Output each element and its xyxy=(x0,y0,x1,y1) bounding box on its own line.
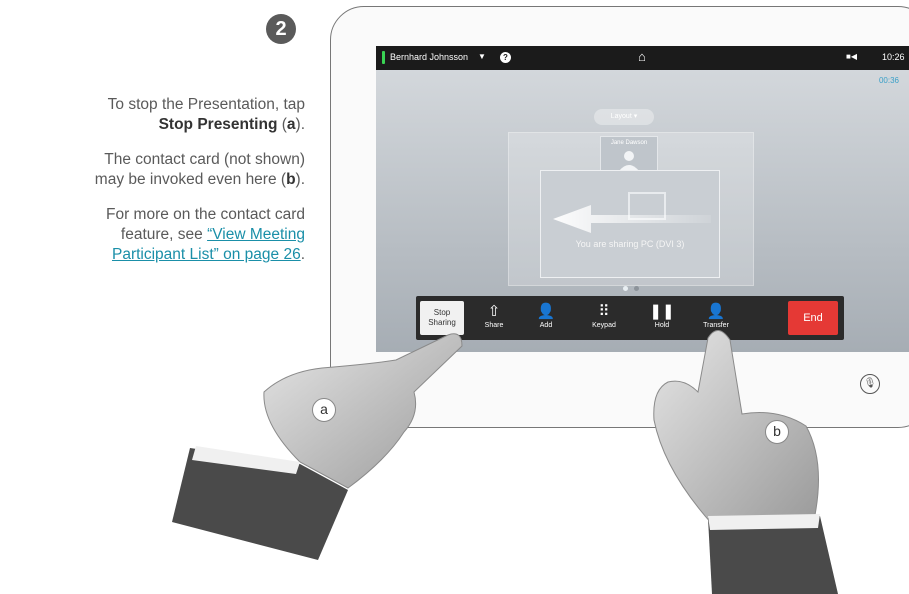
home-icon[interactable]: ⌂ xyxy=(638,49,646,64)
transfer-button[interactable]: 👤 Transfer xyxy=(692,296,740,340)
status-indicator xyxy=(382,51,385,64)
transfer-icon: 👤 xyxy=(706,303,726,320)
hold-label: Hold xyxy=(654,322,670,329)
page-dot-active xyxy=(623,286,628,291)
sharing-status-text: You are sharing PC (DVI 3) xyxy=(575,239,685,249)
touch-screen: Bernhard Johnsson ▼ ? ⌂ ■◀ 10:26 00:36 L… xyxy=(376,46,909,352)
instruction-stop-presenting: To stop the Presentation, tap Stop Prese… xyxy=(5,95,305,135)
chevron-down-icon[interactable]: ▼ xyxy=(478,52,486,61)
view-participant-list-link[interactable]: “View Meeting xyxy=(207,226,305,243)
label-b: b xyxy=(286,171,296,188)
end-call-button[interactable]: End xyxy=(788,301,838,335)
add-button[interactable]: 👤 Add xyxy=(522,296,570,340)
page-dot xyxy=(634,286,639,291)
period: . xyxy=(300,246,305,263)
instruction-text: To stop the Presentation, tap xyxy=(107,96,305,113)
instruction-contact-card: The contact card (not shown) may be invo… xyxy=(5,150,305,190)
stop-presenting-term: Stop Presenting xyxy=(158,116,278,133)
clock-time: 10:26 xyxy=(882,52,905,62)
paren: ). xyxy=(295,116,305,133)
page-indicator xyxy=(620,278,642,296)
pause-icon: ❚❚ xyxy=(649,303,675,320)
instruction-text: feature, see xyxy=(120,226,208,243)
paren: ( xyxy=(277,116,287,133)
shared-content-panel[interactable]: You are sharing PC (DVI 3) xyxy=(540,170,720,278)
layout-button[interactable]: Layout ▾ xyxy=(594,109,654,125)
self-view-tile[interactable]: Jane Dawson xyxy=(600,136,658,174)
layout-label: Layout xyxy=(610,113,632,120)
label-a: a xyxy=(286,116,296,133)
share-label: Share xyxy=(484,322,504,329)
microphone-mute-icon[interactable]: 🎙 xyxy=(860,374,880,394)
transfer-label: Transfer xyxy=(703,322,729,329)
hold-button[interactable]: ❚❚ Hold xyxy=(638,296,686,340)
caller-name[interactable]: Bernhard Johnsson xyxy=(390,52,468,62)
call-toolbar: Stop Sharing ⇧ Share 👤 Add ⠿ Keypad ❚❚ H… xyxy=(416,296,844,340)
keypad-label: Keypad xyxy=(592,322,616,329)
person-icon xyxy=(619,151,639,171)
add-label: Add xyxy=(539,322,553,329)
share-button[interactable]: ⇧ Share xyxy=(470,296,518,340)
callout-a-label: a xyxy=(312,398,336,422)
help-icon[interactable]: ? xyxy=(500,52,511,63)
instruction-text: The contact card (not shown) xyxy=(104,151,305,168)
add-user-icon: 👤 xyxy=(536,303,556,320)
camera-icon[interactable]: ■◀ xyxy=(846,52,857,61)
keypad-button[interactable]: ⠿ Keypad xyxy=(580,296,628,340)
callout-b-label: b xyxy=(765,420,789,444)
call-timer: 00:36 xyxy=(878,76,899,85)
swipe-arrow-icon xyxy=(553,192,711,233)
paren: ). xyxy=(295,171,305,188)
instruction-more-info: For more on the contact card feature, se… xyxy=(5,205,305,265)
instruction-text: may be invoked even here ( xyxy=(94,171,287,188)
keypad-icon: ⠿ xyxy=(598,303,610,320)
stop-sharing-label: Sharing xyxy=(428,318,456,327)
stop-sharing-button[interactable]: Stop Sharing xyxy=(420,301,464,335)
share-icon: ⇧ xyxy=(487,303,501,320)
view-participant-list-link-cont[interactable]: Participant List” on page 26 xyxy=(112,246,301,263)
top-status-bar: Bernhard Johnsson ▼ ? ⌂ ■◀ 10:26 xyxy=(376,46,909,70)
stop-sharing-label: Stop xyxy=(433,308,451,317)
step-number-badge: 2 xyxy=(266,14,296,44)
instruction-text: For more on the contact card xyxy=(105,206,305,223)
